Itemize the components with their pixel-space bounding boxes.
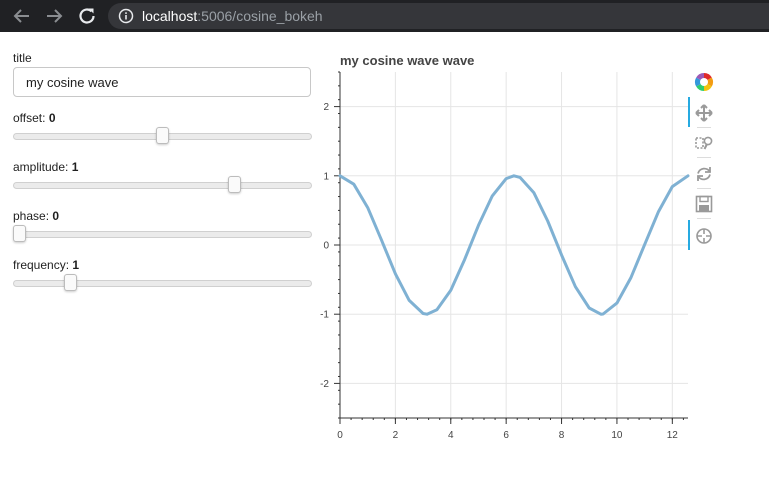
cosine-plot: -2-10120 2 4 6 8 10 12 — [320, 71, 690, 441]
x-tick-label: 8 — [559, 430, 565, 441]
toolbar-separator — [697, 188, 711, 189]
y-tick-label: 2 — [323, 102, 329, 113]
toolbar-separator — [697, 218, 711, 219]
y-tick-label: 0 — [323, 241, 329, 252]
active-tool-indicator — [688, 220, 690, 250]
active-tool-indicator — [688, 97, 690, 127]
x-tick-label: 2 — [393, 430, 399, 441]
pan-icon[interactable] — [694, 103, 714, 123]
x-tick-label: 6 — [503, 430, 509, 441]
y-tick-label: 1 — [323, 171, 329, 182]
y-tick-label: -2 — [320, 379, 329, 390]
hover-icon[interactable] — [694, 226, 714, 246]
x-tick-label: 12 — [667, 430, 679, 441]
x-tick-label: 10 — [611, 430, 623, 441]
y-tick-label: -1 — [320, 310, 329, 321]
toolbar-separator — [697, 157, 711, 158]
reset-icon[interactable] — [694, 164, 714, 184]
save-icon[interactable] — [694, 194, 714, 214]
x-tick-label: 0 — [337, 430, 343, 441]
box-zoom-icon[interactable] — [694, 133, 714, 153]
bokeh-logo-icon[interactable] — [694, 72, 714, 92]
toolbar-separator — [697, 127, 711, 128]
x-tick-label: 4 — [448, 430, 454, 441]
